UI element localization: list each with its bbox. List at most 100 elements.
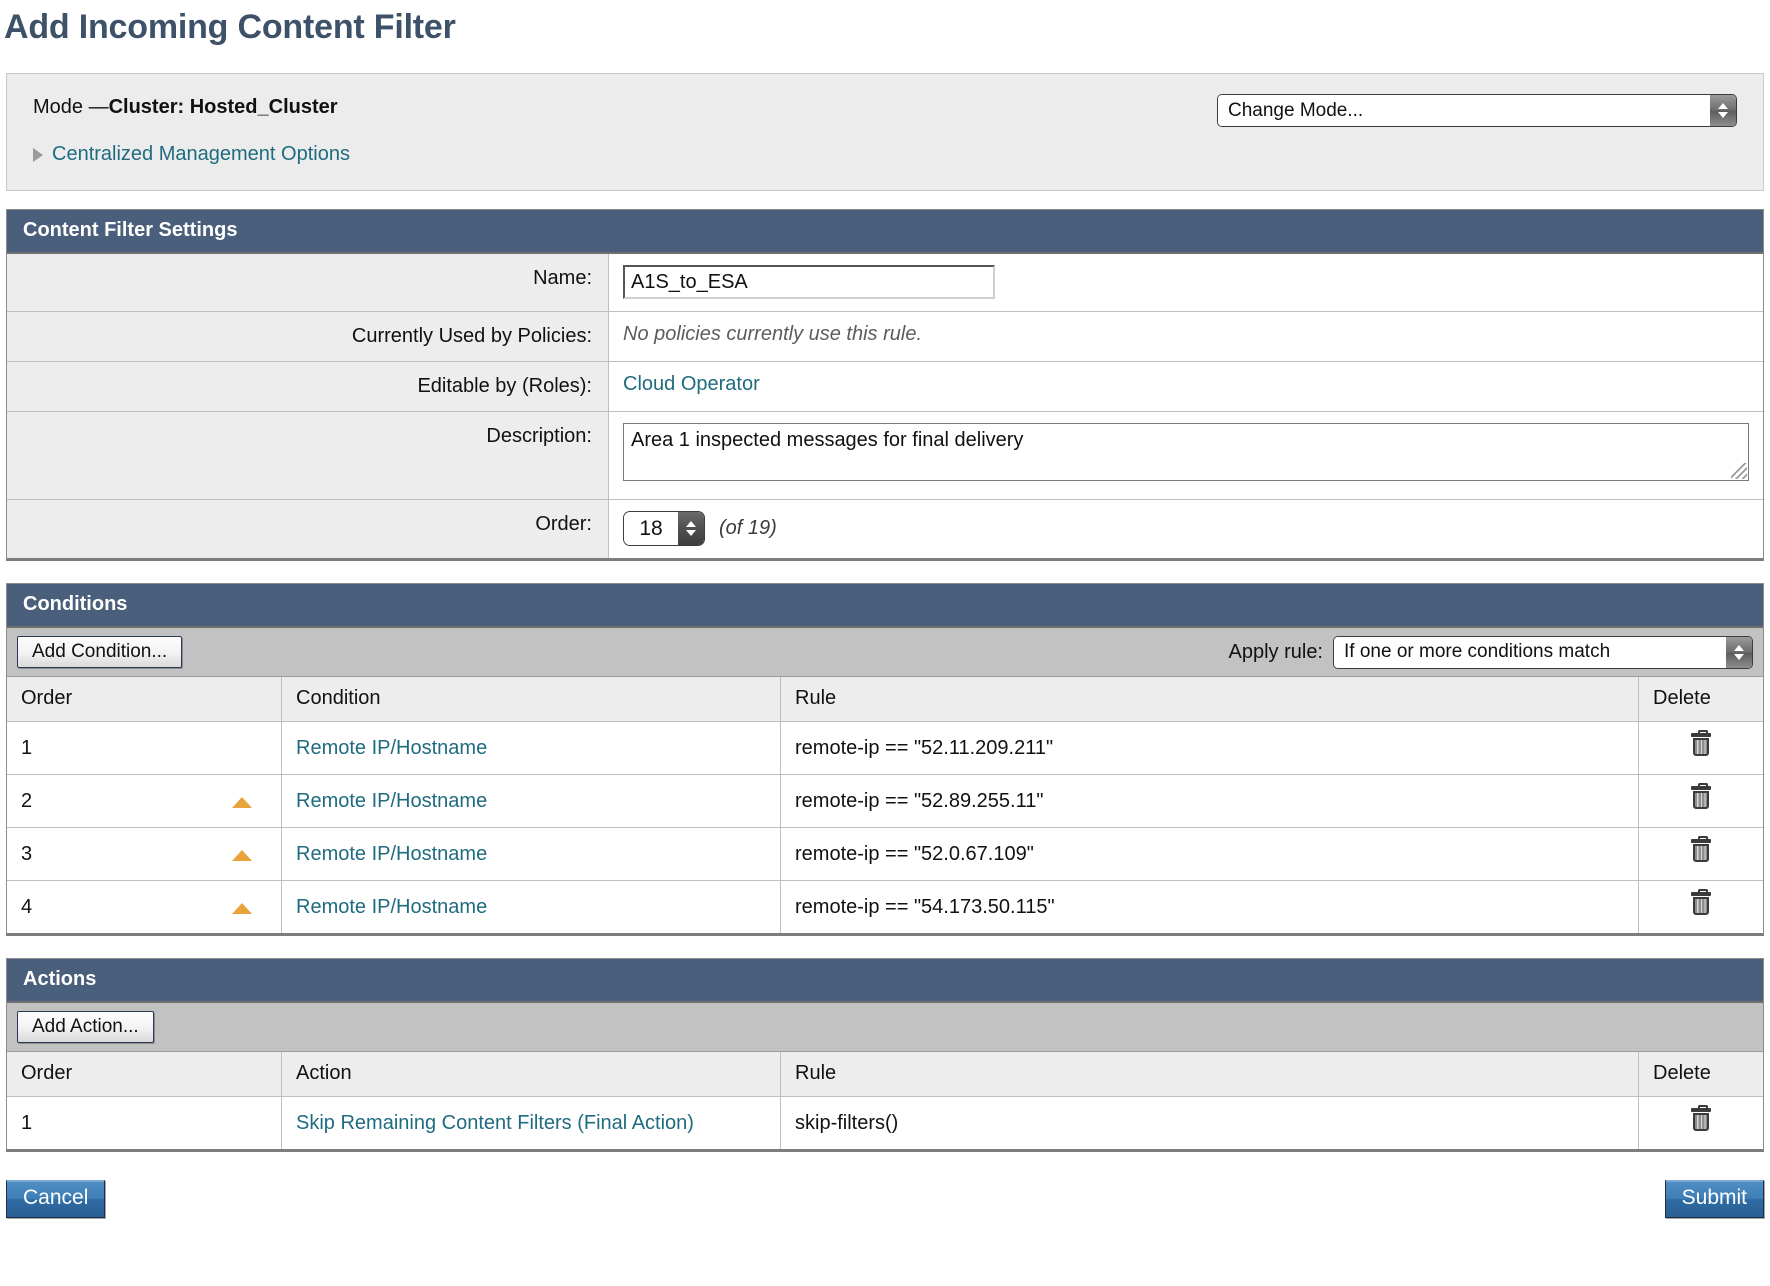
condition-name-cell: Remote IP/Hostname: [282, 722, 781, 775]
change-mode-select[interactable]: Change Mode...: [1217, 94, 1737, 127]
move-up-slot: [231, 795, 253, 808]
roles-value-cell: Cloud Operator: [609, 362, 1764, 412]
description-textarea[interactable]: Area 1 inspected messages for final deli…: [623, 423, 1749, 481]
apply-rule-label: Apply rule:: [1229, 641, 1324, 664]
add-action-button[interactable]: Add Action...: [17, 1011, 154, 1044]
move-up-arrow-icon[interactable]: [232, 903, 252, 914]
table-row: 2 Remote IP/Hostname remote-ip == "52.89…: [7, 775, 1763, 828]
condition-order-value: 4: [21, 896, 32, 919]
action-order-cell: 1: [7, 1097, 282, 1150]
centralized-management-row[interactable]: Centralized Management Options: [33, 143, 1737, 166]
condition-link[interactable]: Remote IP/Hostname: [296, 843, 487, 865]
condition-order-value: 3: [21, 843, 32, 866]
settings-row-policies: Currently Used by Policies: No policies …: [7, 312, 1763, 362]
chevron-updown-icon[interactable]: [1726, 637, 1752, 668]
apply-rule-value: If one or more conditions match: [1334, 637, 1726, 668]
order-value-cell: 18 (of 19): [609, 500, 1764, 559]
table-row: 1 Remote IP/Hostname remote-ip == "52.11…: [7, 722, 1763, 775]
trash-icon[interactable]: [1690, 839, 1712, 863]
condition-rule-cell: remote-ip == "52.89.255.11": [781, 775, 1639, 828]
change-mode-select-wrap: Change Mode...: [1217, 94, 1737, 127]
content-filter-settings-header: Content Filter Settings: [7, 210, 1763, 254]
actions-col-order: Order: [7, 1052, 282, 1097]
condition-name-cell: Remote IP/Hostname: [282, 881, 781, 934]
name-input[interactable]: [623, 265, 995, 299]
conditions-table-body: 1 Remote IP/Hostname remote-ip == "52.11…: [7, 722, 1763, 934]
condition-rule-cell: remote-ip == "52.0.67.109": [781, 828, 1639, 881]
trash-icon[interactable]: [1690, 1108, 1712, 1132]
roles-value-link[interactable]: Cloud Operator: [623, 373, 760, 395]
conditions-col-rule: Rule: [781, 677, 1639, 722]
description-textarea-wrap: Area 1 inspected messages for final deli…: [623, 423, 1749, 481]
move-up-arrow-icon[interactable]: [232, 850, 252, 861]
action-order-value: 1: [21, 1112, 32, 1135]
name-label: Name:: [7, 254, 609, 312]
condition-link[interactable]: Remote IP/Hostname: [296, 737, 487, 759]
actions-table-head: Order Action Rule Delete: [7, 1052, 1763, 1097]
order-of-note: (of 19): [719, 517, 777, 540]
chevron-updown-icon[interactable]: [1710, 95, 1736, 126]
settings-row-name: Name:: [7, 254, 1763, 312]
name-value-cell: [609, 254, 1764, 312]
conditions-table: Order Condition Rule Delete 1 Remote I: [7, 677, 1763, 933]
action-name-cell: Skip Remaining Content Filters (Final Ac…: [282, 1097, 781, 1150]
table-row: 1 Skip Remaining Content Filters (Final …: [7, 1097, 1763, 1150]
order-label: Order:: [7, 500, 609, 559]
conditions-toolbar: Add Condition... Apply rule: If one or m…: [7, 628, 1763, 677]
settings-row-order: Order: 18 (of 19): [7, 500, 1763, 559]
condition-order-value: 2: [21, 790, 32, 813]
condition-order-cell: 2: [7, 775, 282, 828]
condition-name-cell: Remote IP/Hostname: [282, 828, 781, 881]
actions-panel: Actions Add Action... Order Action Rule …: [6, 958, 1764, 1152]
condition-delete-cell: [1639, 775, 1764, 828]
condition-rule-cell: remote-ip == "52.11.209.211": [781, 722, 1639, 775]
page-root: Add Incoming Content Filter Mode —Cluste…: [0, 0, 1770, 1218]
order-row-inner: 18 (of 19): [623, 511, 1749, 546]
move-up-slot: [231, 848, 253, 861]
conditions-col-condition: Condition: [282, 677, 781, 722]
policies-value-cell: No policies currently use this rule.: [609, 312, 1764, 362]
action-link[interactable]: Skip Remaining Content Filters (Final Ac…: [296, 1112, 694, 1134]
triangle-right-icon[interactable]: [33, 148, 43, 162]
move-up-slot: [231, 742, 253, 755]
description-label: Description:: [7, 412, 609, 500]
footer-bar: Cancel Submit: [6, 1174, 1764, 1218]
conditions-panel: Conditions Add Condition... Apply rule: …: [6, 583, 1764, 936]
centralized-management-options-link[interactable]: Centralized Management Options: [52, 143, 350, 166]
apply-rule-select[interactable]: If one or more conditions match: [1333, 636, 1753, 669]
move-up-arrow-icon[interactable]: [232, 797, 252, 808]
order-cell-inner: 3: [21, 843, 267, 866]
add-condition-button[interactable]: Add Condition...: [17, 636, 182, 669]
page-title: Add Incoming Content Filter: [0, 0, 1770, 47]
submit-button[interactable]: Submit: [1665, 1180, 1764, 1218]
order-cell-inner: 4: [21, 896, 267, 919]
policies-label: Currently Used by Policies:: [7, 312, 609, 362]
conditions-header: Conditions: [7, 584, 1763, 628]
trash-icon[interactable]: [1690, 733, 1712, 757]
condition-link[interactable]: Remote IP/Hostname: [296, 790, 487, 812]
trash-icon[interactable]: [1690, 892, 1712, 916]
actions-header-row: Order Action Rule Delete: [7, 1052, 1763, 1097]
actions-header: Actions: [7, 959, 1763, 1003]
condition-order-cell: 1: [7, 722, 282, 775]
settings-row-roles: Editable by (Roles): Cloud Operator: [7, 362, 1763, 412]
actions-col-action: Action: [282, 1052, 781, 1097]
table-row: 3 Remote IP/Hostname remote-ip == "52.0.…: [7, 828, 1763, 881]
chevron-updown-icon[interactable]: [678, 512, 704, 545]
condition-name-cell: Remote IP/Hostname: [282, 775, 781, 828]
condition-link[interactable]: Remote IP/Hostname: [296, 896, 487, 918]
condition-delete-cell: [1639, 722, 1764, 775]
mode-value: Cluster: Hosted_Cluster: [109, 96, 338, 118]
content-filter-settings-table: Name: Currently Used by Policies: No pol…: [7, 254, 1763, 558]
policies-value: No policies currently use this rule.: [623, 323, 922, 345]
conditions-table-head: Order Condition Rule Delete: [7, 677, 1763, 722]
cancel-button[interactable]: Cancel: [6, 1180, 105, 1218]
conditions-header-row: Order Condition Rule Delete: [7, 677, 1763, 722]
conditions-col-order: Order: [7, 677, 282, 722]
move-up-slot: [231, 1117, 253, 1130]
condition-delete-cell: [1639, 828, 1764, 881]
order-select[interactable]: 18: [623, 511, 705, 546]
trash-icon[interactable]: [1690, 786, 1712, 810]
condition-delete-cell: [1639, 881, 1764, 934]
description-value-cell: Area 1 inspected messages for final deli…: [609, 412, 1764, 500]
